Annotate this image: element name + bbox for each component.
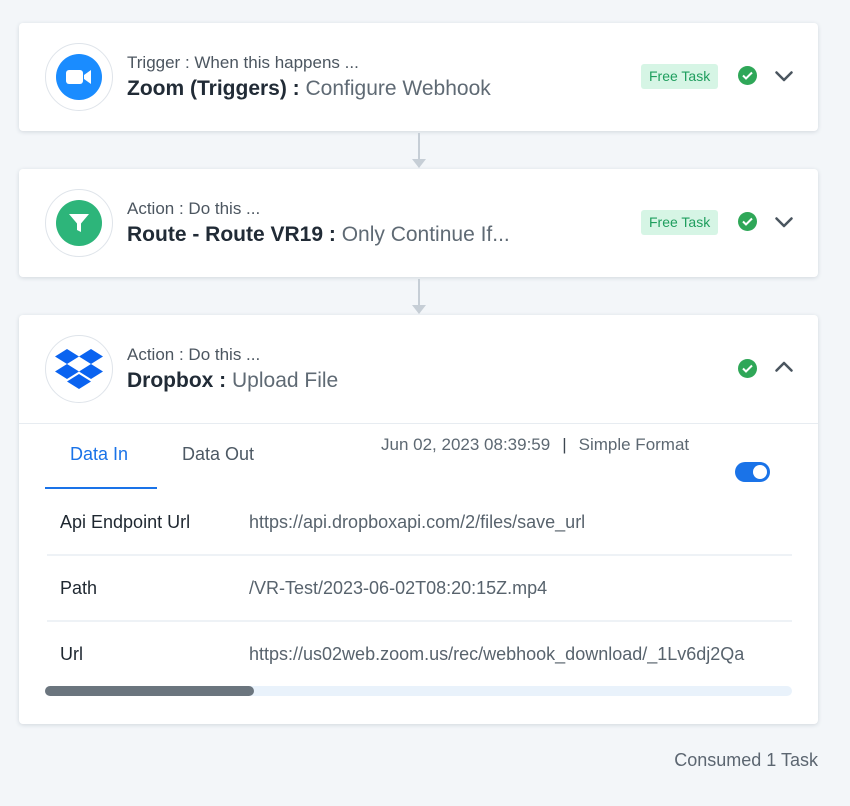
step-title: Route - Route VR19 : Only Continue If...	[127, 223, 510, 247]
step-action-name: Upload File	[232, 369, 339, 392]
check-circle-icon	[738, 359, 757, 378]
active-tab-indicator	[45, 487, 157, 489]
step-card-dropbox[interactable]: Action : Do this ... Dropbox : Upload Fi…	[19, 315, 818, 724]
table-row: Api Endpoint Url https://api.dropboxapi.…	[47, 490, 792, 556]
dropbox-icon	[55, 349, 103, 389]
connector-arrow	[412, 133, 426, 168]
chevron-down-icon[interactable]	[773, 211, 795, 233]
step-subtitle: Action : Do this ...	[127, 199, 261, 218]
consumed-tasks-label: Consumed 1 Task	[674, 750, 818, 770]
field-value: https://api.dropboxapi.com/2/files/save_…	[249, 512, 586, 532]
zoom-logo	[56, 54, 102, 100]
step-title: Dropbox : Upload File	[127, 369, 338, 393]
data-in-table: Api Endpoint Url https://api.dropboxapi.…	[47, 490, 792, 688]
step-app-name: Zoom (Triggers) :	[127, 77, 300, 100]
step-action-name: Only Continue If...	[341, 223, 510, 246]
step-header[interactable]: Trigger : When this happens ... Zoom (Tr…	[19, 23, 818, 131]
step-subtitle: Trigger : When this happens ...	[127, 53, 359, 72]
step-details-panel: Data In Data Out Jun 02, 2023 08:39:59 | S…	[19, 423, 818, 723]
route-logo	[56, 200, 102, 246]
app-icon-container	[45, 335, 113, 403]
step-action-name: Configure Webhook	[305, 77, 491, 100]
app-icon-container	[45, 43, 113, 111]
field-key: Url	[60, 644, 83, 664]
field-value: https://us02web.zoom.us/rec/webhook_down…	[249, 644, 745, 664]
step-subtitle: Action : Do this ...	[127, 345, 261, 364]
toggle-knob	[753, 465, 767, 479]
scrollbar-thumb[interactable]	[45, 686, 255, 696]
step-header[interactable]: Action : Do this ... Dropbox : Upload Fi…	[19, 315, 818, 423]
chevron-down-icon[interactable]	[773, 65, 795, 87]
step-card-trigger[interactable]: Trigger : When this happens ... Zoom (Tr…	[19, 23, 818, 131]
horizontal-scrollbar[interactable]	[45, 686, 792, 696]
simple-format-toggle[interactable]	[735, 462, 770, 482]
step-card-route[interactable]: Action : Do this ... Route - Route VR19 …	[19, 169, 818, 277]
table-row: Path /VR-Test/2023-06-02T08:20:15Z.mp4	[47, 556, 792, 622]
connector-arrow	[412, 279, 426, 314]
step-app-name: Dropbox :	[127, 369, 227, 392]
chevron-up-icon[interactable]	[773, 355, 795, 377]
check-circle-icon	[738, 212, 757, 231]
app-icon-container	[45, 189, 113, 257]
field-key: Path	[60, 578, 98, 598]
free-task-badge: Free Task	[641, 210, 719, 235]
free-task-badge: Free Task	[641, 64, 719, 89]
step-title: Zoom (Triggers) : Configure Webhook	[127, 77, 491, 101]
execution-meta: Jun 02, 2023 08:39:59 | Simple Format	[381, 435, 689, 455]
tab-data-out[interactable]: Data Out	[182, 444, 254, 465]
step-header[interactable]: Action : Do this ... Route - Route VR19 …	[19, 169, 818, 277]
video-camera-icon	[66, 70, 91, 84]
simple-format-label: Simple Format	[578, 435, 690, 454]
check-circle-icon	[738, 66, 757, 85]
filter-icon	[69, 214, 89, 232]
tab-data-in[interactable]: Data In	[70, 444, 128, 465]
execution-timestamp: Jun 02, 2023 08:39:59	[381, 435, 551, 454]
field-value: /VR-Test/2023-06-02T08:20:15Z.mp4	[249, 578, 548, 598]
meta-separator: |	[562, 435, 567, 454]
step-app-name: Route - Route VR19 :	[127, 223, 336, 246]
table-row: Url https://us02web.zoom.us/rec/webhook_…	[47, 622, 792, 688]
field-key: Api Endpoint Url	[60, 512, 191, 532]
